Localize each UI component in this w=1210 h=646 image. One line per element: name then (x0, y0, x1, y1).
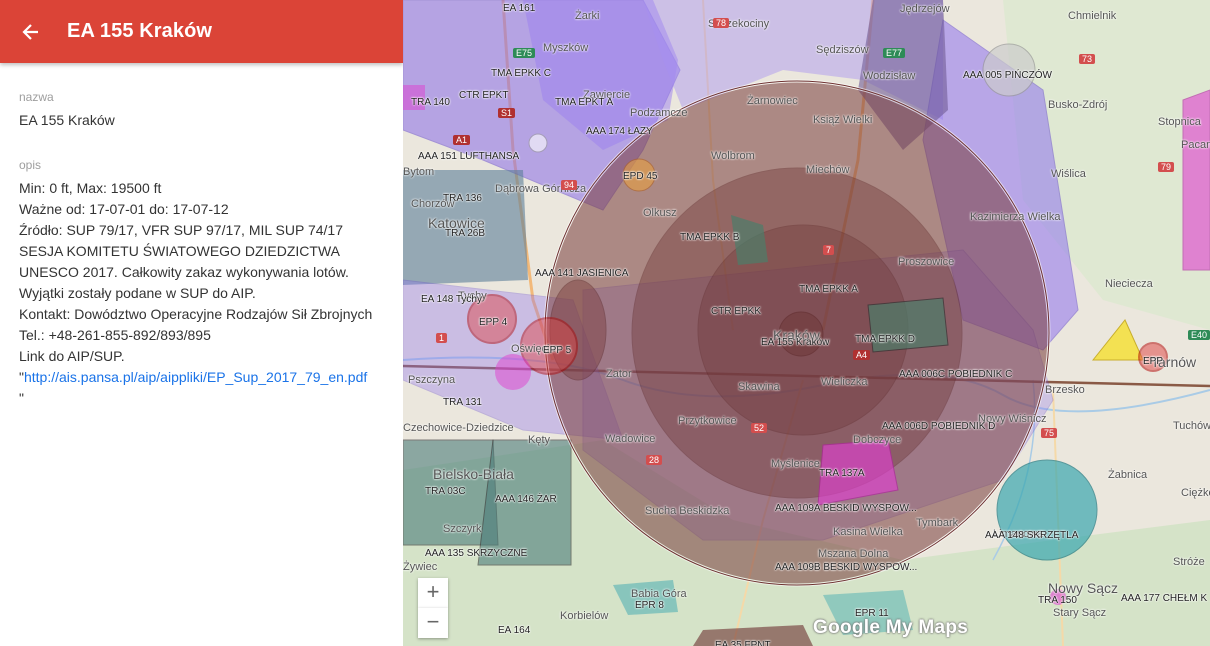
description-value: Min: 0 ft, Max: 19500 ft Ważne od: 17-07… (19, 178, 383, 409)
desc-altitude: Min: 0 ft, Max: 19500 ft (19, 180, 162, 196)
aip-sup-link[interactable]: http://ais.pansa.pl/aip/aippliki/EP_Sup_… (24, 369, 367, 385)
desc-phone: Tel.: +48-261-855-892/893/895 (19, 327, 211, 343)
map-view[interactable]: Żarki Szczekociny Jędrzejów Chmielnik Myszkó… (403, 0, 1210, 646)
google-my-maps-logo: Google My Maps (813, 617, 969, 638)
desc-contact: Kontakt: Dowództwo Operacyjne Rodzajów S… (19, 306, 373, 322)
zoom-out-button[interactable]: − (418, 608, 448, 638)
panel-header: EA 155 Kraków (0, 0, 403, 63)
desc-link-intro: Link do AIP/SUP. (19, 348, 125, 364)
page-title: EA 155 Kraków (67, 20, 213, 42)
back-arrow-icon[interactable] (20, 21, 42, 43)
details-panel: EA 155 Kraków nazwa EA 155 Kraków opis M… (0, 0, 403, 646)
name-label: nazwa (19, 90, 54, 104)
desc-validity: Ważne od: 17-07-01 do: 17-07-12 (19, 201, 229, 217)
desc-link-line: "http://ais.pansa.pl/aip/aippliki/EP_Sup… (19, 367, 383, 388)
zoom-in-button[interactable]: + (418, 578, 448, 608)
desc-source: Źródło: SUP 79/17, VFR SUP 97/17, MIL SU… (19, 222, 349, 301)
link-quote-close: " (19, 390, 24, 406)
map-canvas[interactable] (403, 0, 1210, 646)
name-value: EA 155 Kraków (19, 112, 115, 128)
description-label: opis (19, 158, 42, 172)
